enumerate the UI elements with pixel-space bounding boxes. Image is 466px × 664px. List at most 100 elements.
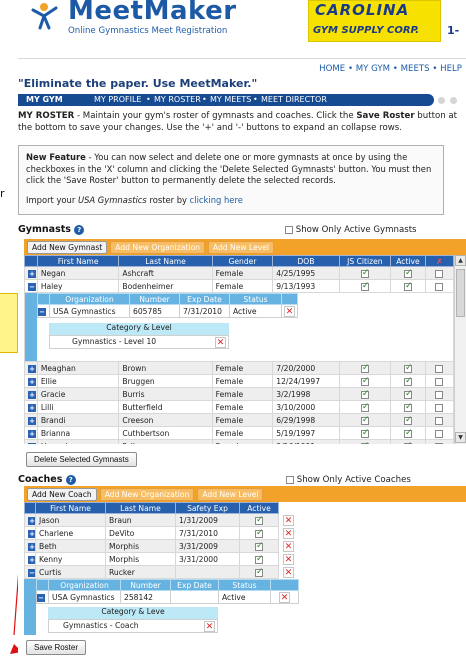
subnav-meet-director[interactable]: MEET DIRECTOR bbox=[261, 95, 327, 104]
col-delete-icon[interactable]: ✗ bbox=[424, 255, 454, 267]
collapse-icon[interactable]: − bbox=[28, 282, 36, 291]
first-name[interactable]: Ellie bbox=[36, 374, 120, 388]
dob[interactable]: 12/24/1997 bbox=[272, 374, 340, 388]
col-first-name[interactable]: First Name bbox=[36, 255, 120, 267]
dob[interactable]: 6/29/1998 bbox=[272, 413, 340, 427]
expand-icon[interactable]: + bbox=[28, 442, 36, 444]
import-link[interactable]: clicking here bbox=[190, 195, 243, 205]
org-status[interactable]: Active bbox=[218, 590, 271, 604]
first-name[interactable]: Hannah bbox=[36, 439, 120, 444]
org-number[interactable]: 258142 bbox=[120, 590, 171, 604]
first-name[interactable]: Curtis bbox=[35, 565, 106, 579]
last-name[interactable]: Cuthbertson bbox=[118, 426, 213, 440]
citizen-checkbox[interactable] bbox=[360, 428, 369, 438]
select-checkbox[interactable] bbox=[435, 403, 444, 412]
safety-exp[interactable]: 1/31/2009 bbox=[175, 513, 240, 527]
nav-my-gym[interactable]: MY GYM bbox=[356, 64, 390, 74]
dob[interactable]: 7/20/2000 bbox=[272, 361, 340, 375]
last-name[interactable]: Brown bbox=[118, 361, 213, 375]
select-checkbox[interactable] bbox=[435, 364, 444, 373]
citizen-checkbox[interactable] bbox=[360, 376, 369, 386]
active-checkbox[interactable] bbox=[255, 567, 264, 577]
select-checkbox[interactable] bbox=[435, 282, 444, 291]
citizen-checkbox[interactable] bbox=[360, 402, 369, 412]
dob[interactable]: 4/25/1995 bbox=[272, 266, 340, 280]
active-checkbox[interactable] bbox=[403, 363, 413, 373]
org-exp-date[interactable] bbox=[170, 590, 219, 604]
first-name[interactable]: Lilli bbox=[36, 400, 120, 414]
first-name[interactable]: Jason bbox=[35, 513, 106, 527]
last-name[interactable]: Bruggen bbox=[118, 374, 213, 388]
expand-icon[interactable]: + bbox=[28, 529, 35, 538]
delete-org-icon[interactable]: ✕ bbox=[284, 305, 295, 317]
add-new-coach-button[interactable]: Add New Coach bbox=[27, 488, 97, 501]
active-checkbox[interactable] bbox=[403, 428, 413, 438]
gender[interactable]: Female bbox=[211, 279, 274, 293]
col-first-name[interactable]: First Name bbox=[35, 502, 106, 514]
select-checkbox[interactable] bbox=[435, 269, 444, 278]
citizen-checkbox[interactable] bbox=[360, 363, 369, 373]
last-name[interactable]: Fallanca bbox=[118, 439, 213, 444]
active-checkbox[interactable] bbox=[403, 268, 413, 278]
expand-icon[interactable]: + bbox=[28, 377, 36, 386]
collapse-icon[interactable]: − bbox=[28, 568, 35, 577]
expand-icon[interactable]: + bbox=[28, 516, 35, 525]
select-checkbox[interactable] bbox=[435, 377, 444, 386]
nav-home[interactable]: HOME bbox=[319, 64, 345, 74]
last-name[interactable]: Rucker bbox=[105, 565, 176, 579]
select-checkbox[interactable] bbox=[435, 429, 444, 438]
citizen-checkbox[interactable] bbox=[360, 415, 369, 425]
delete-coach-icon[interactable]: ✕ bbox=[283, 553, 294, 565]
organization[interactable]: USA Gymnastics bbox=[49, 304, 130, 318]
gender[interactable]: Female bbox=[211, 374, 274, 388]
safety-exp[interactable]: 3/31/2000 bbox=[175, 552, 240, 566]
scroll-down-icon[interactable]: ▼ bbox=[455, 432, 466, 443]
gender[interactable]: Female bbox=[211, 426, 274, 440]
gender[interactable]: Female bbox=[211, 266, 274, 280]
last-name[interactable]: Ashcraft bbox=[118, 266, 213, 280]
safety-exp[interactable] bbox=[175, 565, 240, 579]
active-checkbox[interactable] bbox=[255, 515, 264, 525]
active-checkbox[interactable] bbox=[403, 376, 413, 386]
dob[interactable]: 3/10/2000 bbox=[272, 400, 340, 414]
subnav-my-meets[interactable]: MY MEETS bbox=[210, 95, 251, 104]
org-status[interactable]: Active bbox=[229, 304, 282, 318]
select-checkbox[interactable] bbox=[435, 442, 444, 444]
gender[interactable]: Female bbox=[211, 413, 274, 427]
col-active[interactable]: Active bbox=[239, 502, 279, 514]
active-checkbox[interactable] bbox=[403, 415, 413, 425]
col-safety-exp[interactable]: Safety Exp bbox=[175, 502, 240, 514]
last-name[interactable]: DeVito bbox=[105, 526, 176, 540]
col-us-citizen[interactable]: JS Citizen bbox=[338, 255, 391, 267]
category-level-value[interactable]: Gymnastics - Level 10 bbox=[72, 337, 156, 346]
collapse-icon[interactable]: − bbox=[38, 307, 46, 316]
citizen-checkbox[interactable] bbox=[360, 268, 369, 278]
col-active[interactable]: Active bbox=[389, 255, 426, 267]
help-icon[interactable]: ? bbox=[74, 224, 85, 235]
col-organization[interactable]: Organization bbox=[49, 293, 130, 305]
expand-icon[interactable]: + bbox=[28, 416, 36, 425]
active-checkbox[interactable] bbox=[403, 441, 413, 444]
show-active-gymnasts-checkbox[interactable] bbox=[285, 225, 293, 234]
first-name[interactable]: Charlene bbox=[35, 526, 106, 540]
gymnast-scrollbar[interactable]: ▲ ▼ bbox=[454, 255, 466, 444]
scroll-up-icon[interactable]: ▲ bbox=[455, 255, 466, 266]
delete-coach-icon[interactable]: ✕ bbox=[283, 527, 294, 539]
org-number[interactable]: 605785 bbox=[129, 304, 180, 318]
dob[interactable]: 9/13/1993 bbox=[272, 279, 340, 293]
active-checkbox[interactable] bbox=[255, 541, 264, 551]
dob[interactable]: 5/19/1997 bbox=[272, 426, 340, 440]
expand-icon[interactable]: + bbox=[28, 364, 36, 373]
active-checkbox[interactable] bbox=[403, 389, 413, 399]
col-number[interactable]: Number bbox=[120, 579, 171, 591]
citizen-checkbox[interactable] bbox=[360, 441, 369, 444]
last-name[interactable]: Butterfield bbox=[118, 400, 213, 414]
expand-icon[interactable]: + bbox=[28, 429, 36, 438]
first-name[interactable]: Brianna bbox=[36, 426, 120, 440]
subnav-my-profile[interactable]: MY PROFILE bbox=[94, 95, 141, 104]
col-dob[interactable]: DOB bbox=[272, 255, 340, 267]
col-exp-date[interactable]: Exp Date bbox=[179, 293, 230, 305]
subnav-current[interactable]: MY GYM bbox=[26, 95, 63, 104]
nav-help[interactable]: HELP bbox=[440, 64, 462, 74]
active-checkbox[interactable] bbox=[403, 402, 413, 412]
